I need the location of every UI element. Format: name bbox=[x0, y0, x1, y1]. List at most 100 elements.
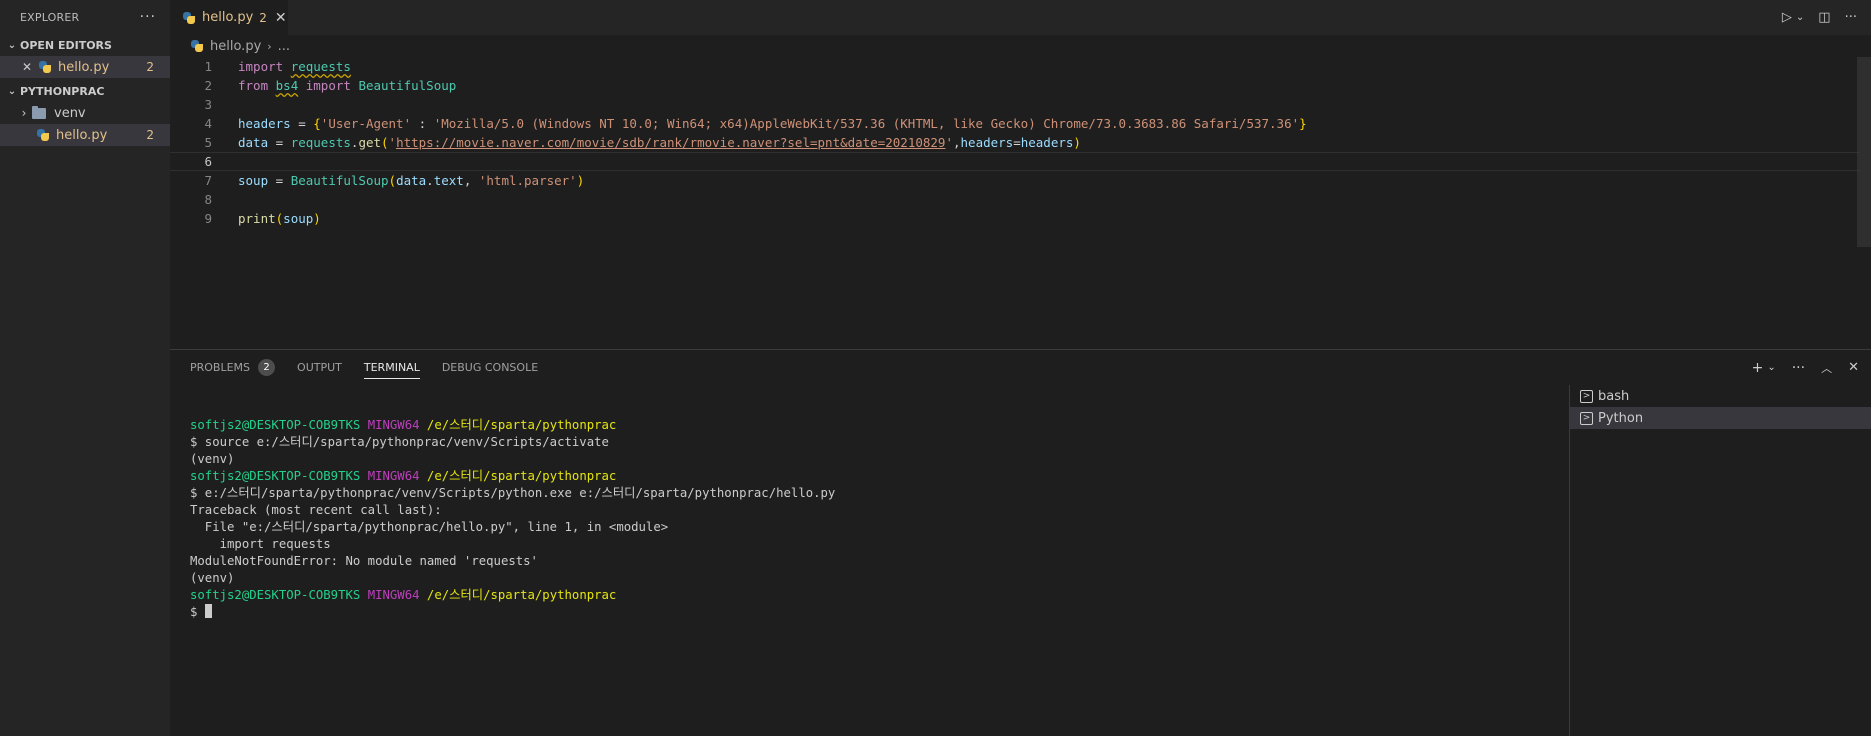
scrollbar-thumb[interactable] bbox=[1857, 57, 1871, 247]
token: ) bbox=[313, 211, 321, 226]
tab-output[interactable]: OUTPUT bbox=[297, 350, 342, 385]
new-terminal-icon[interactable]: + bbox=[1752, 360, 1764, 376]
terminal-output[interactable]: softjs2@DESKTOP-COB9TKS MINGW64 /e/스터디/s… bbox=[190, 417, 1540, 621]
tab-debug-console[interactable]: DEBUG CONSOLE bbox=[442, 350, 538, 385]
close-icon[interactable]: ✕ bbox=[275, 10, 287, 26]
more-actions-icon[interactable]: ··· bbox=[1792, 360, 1805, 376]
open-editors-section[interactable]: ⌄ OPEN EDITORS bbox=[0, 34, 170, 56]
tab-problems[interactable]: PROBLEMS 2 bbox=[190, 350, 276, 385]
token: headers bbox=[960, 135, 1014, 150]
terminal-line: softjs2@DESKTOP-COB9TKS MINGW64 /e/스터디/s… bbox=[190, 417, 1540, 434]
more-actions-icon[interactable]: ··· bbox=[140, 9, 156, 25]
chevron-right-icon: › bbox=[267, 39, 272, 53]
token: BeautifulSoup bbox=[358, 78, 457, 93]
token: ( bbox=[381, 135, 389, 150]
tab-problem-count: 2 bbox=[259, 10, 267, 25]
token: = bbox=[290, 116, 314, 131]
token: soup bbox=[238, 173, 269, 188]
close-icon[interactable]: ✕ bbox=[1848, 360, 1859, 375]
terminal-line: Traceback (most recent call last): bbox=[190, 503, 442, 517]
chevron-down-icon[interactable]: ⌄ bbox=[1796, 12, 1804, 23]
explorer-sidebar: EXPLORER ··· ⌄ OPEN EDITORS ✕ hello.py 2… bbox=[0, 0, 170, 736]
terminal-list: > bash > Python bbox=[1569, 385, 1871, 736]
folder-icon bbox=[32, 105, 46, 119]
code-line: 2 from bs4 import BeautifulSoup bbox=[170, 76, 1860, 95]
tab-label: PROBLEMS bbox=[190, 361, 251, 374]
token: 'html.parser' bbox=[478, 173, 577, 188]
line-number: 1 bbox=[204, 59, 212, 74]
term-path: /e/스터디/sparta/pythonprac bbox=[426, 588, 617, 602]
file-item-hello[interactable]: hello.py 2 bbox=[0, 124, 170, 146]
terminal-item-label: bash bbox=[1598, 388, 1630, 404]
maximize-panel-icon[interactable]: ︿ bbox=[1821, 360, 1832, 376]
folder-item-venv[interactable]: › venv bbox=[0, 102, 170, 124]
terminal-item-python[interactable]: > Python bbox=[1570, 407, 1871, 429]
tab-label: DEBUG CONSOLE bbox=[441, 361, 539, 374]
terminal-line: $ e:/스터디/sparta/pythonprac/venv/Scripts/… bbox=[190, 486, 836, 500]
editor-scrollbar[interactable] bbox=[1857, 57, 1871, 349]
close-icon[interactable]: ✕ bbox=[22, 60, 36, 74]
terminal-prompt-line: $ bbox=[190, 604, 1540, 621]
line-number: 8 bbox=[204, 192, 212, 207]
run-icon[interactable]: ▷ bbox=[1782, 10, 1792, 25]
code-line: 5 data = requests.get('https://movie.nav… bbox=[170, 133, 1860, 152]
open-editor-filename: hello.py bbox=[58, 59, 110, 75]
problems-badge: 2 bbox=[258, 359, 276, 376]
open-editors-title: OPEN EDITORS bbox=[20, 38, 112, 52]
token: data bbox=[396, 173, 427, 188]
explorer-header: EXPLORER ··· bbox=[0, 0, 170, 34]
tab-terminal[interactable]: TERMINAL bbox=[363, 350, 420, 385]
term-user: softjs2@DESKTOP-COB9TKS bbox=[190, 418, 361, 432]
token: . bbox=[426, 173, 434, 188]
line-number: 9 bbox=[204, 211, 212, 226]
python-file-icon bbox=[182, 11, 196, 25]
split-editor-icon[interactable]: ◫ bbox=[1818, 10, 1830, 25]
panel-actions: + ⌄ ··· ︿ ✕ bbox=[1752, 350, 1859, 385]
project-title: PYTHONPRAC bbox=[20, 84, 105, 98]
terminal-icon: > bbox=[1580, 411, 1593, 425]
code-editor[interactable]: 1 import requests 2 from bs4 import Beau… bbox=[170, 57, 1871, 349]
breadcrumb-file[interactable]: hello.py bbox=[210, 39, 261, 54]
token: , bbox=[952, 135, 961, 150]
editor-tab-bar: hello.py 2 ✕ ▷ ⌄ ◫ ··· bbox=[170, 0, 1871, 35]
token: = bbox=[1013, 135, 1021, 150]
url-link[interactable]: https://movie.naver.com/movie/sdb/rank/r… bbox=[396, 135, 945, 150]
terminal-item-bash[interactable]: > bash bbox=[1570, 385, 1871, 407]
code-line: 8 bbox=[170, 190, 1860, 209]
token: data bbox=[238, 135, 269, 150]
token: get bbox=[358, 135, 382, 150]
terminal-cursor bbox=[204, 604, 212, 618]
token: soup bbox=[283, 211, 314, 226]
bottom-panel: PROBLEMS 2 OUTPUT TERMINAL DEBUG CONSOLE… bbox=[170, 349, 1871, 736]
term-env: MINGW64 bbox=[367, 418, 420, 432]
code-line: 7 soup = BeautifulSoup(data.text, 'html.… bbox=[170, 171, 1860, 190]
more-actions-icon[interactable]: ··· bbox=[1845, 10, 1857, 25]
terminal-line: (venv) bbox=[190, 452, 235, 466]
token: import bbox=[238, 59, 284, 74]
token: = bbox=[268, 135, 291, 150]
token: import bbox=[305, 78, 351, 93]
tab-label: hello.py bbox=[202, 10, 254, 25]
token: headers bbox=[1020, 135, 1074, 150]
token: { bbox=[313, 116, 321, 131]
tab-label: TERMINAL bbox=[363, 361, 420, 374]
token: BeautifulSoup bbox=[290, 173, 389, 188]
project-section[interactable]: ⌄ PYTHONPRAC bbox=[0, 80, 170, 102]
token: = bbox=[268, 173, 291, 188]
term-env: MINGW64 bbox=[367, 588, 420, 602]
open-editor-item[interactable]: ✕ hello.py 2 bbox=[0, 56, 170, 78]
line-number: 6 bbox=[204, 154, 212, 169]
code-line: 9 print(soup) bbox=[170, 209, 1860, 228]
breadcrumb: hello.py › ... bbox=[170, 35, 1871, 57]
term-prompt: $ bbox=[190, 605, 205, 619]
terminal-line: softjs2@DESKTOP-COB9TKS MINGW64 /e/스터디/s… bbox=[190, 587, 1540, 604]
token: ' bbox=[945, 135, 953, 150]
chevron-down-icon[interactable]: ⌄ bbox=[1767, 362, 1775, 373]
line-number: 3 bbox=[204, 97, 212, 112]
token: ( bbox=[388, 173, 397, 188]
breadcrumb-rest[interactable]: ... bbox=[278, 39, 290, 54]
token: headers bbox=[238, 116, 291, 131]
tab-hello-py[interactable]: hello.py 2 ✕ bbox=[170, 0, 288, 35]
token: text bbox=[433, 173, 464, 188]
python-file-icon bbox=[36, 128, 50, 142]
